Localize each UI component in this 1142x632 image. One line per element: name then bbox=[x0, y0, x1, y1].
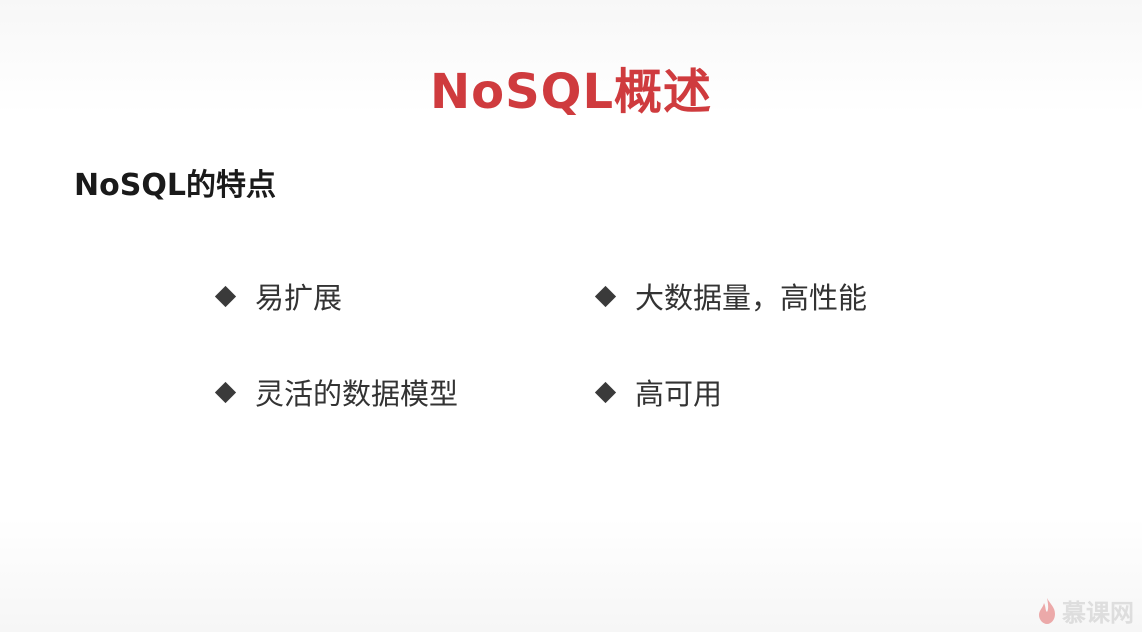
feature-item: 高可用 bbox=[594, 372, 723, 412]
diamond-bullet-icon bbox=[214, 285, 237, 307]
watermark: 慕课网 bbox=[1036, 593, 1134, 628]
feature-label: 灵活的数据模型 bbox=[255, 377, 459, 411]
feature-label: 大数据量，高性能 bbox=[635, 281, 868, 315]
slide: NoSQL概述 NoSQL的特点 易扩展 大数据量，高性能 灵活的数据模型 高可… bbox=[0, 0, 1142, 632]
feature-item: 易扩展 bbox=[214, 276, 343, 316]
diamond-bullet-icon bbox=[594, 285, 617, 307]
feature-item: 大数据量，高性能 bbox=[594, 276, 868, 316]
watermark-label: 慕课网 bbox=[1062, 599, 1134, 627]
section-heading: NoSQL的特点 bbox=[74, 168, 276, 203]
slide-title: NoSQL概述 bbox=[429, 64, 713, 120]
feature-item: 灵活的数据模型 bbox=[214, 372, 459, 412]
flame-icon bbox=[1039, 597, 1055, 624]
feature-label: 高可用 bbox=[635, 377, 723, 411]
diamond-bullet-icon bbox=[214, 381, 237, 403]
diamond-bullet-icon bbox=[594, 381, 617, 403]
feature-label: 易扩展 bbox=[255, 281, 343, 315]
